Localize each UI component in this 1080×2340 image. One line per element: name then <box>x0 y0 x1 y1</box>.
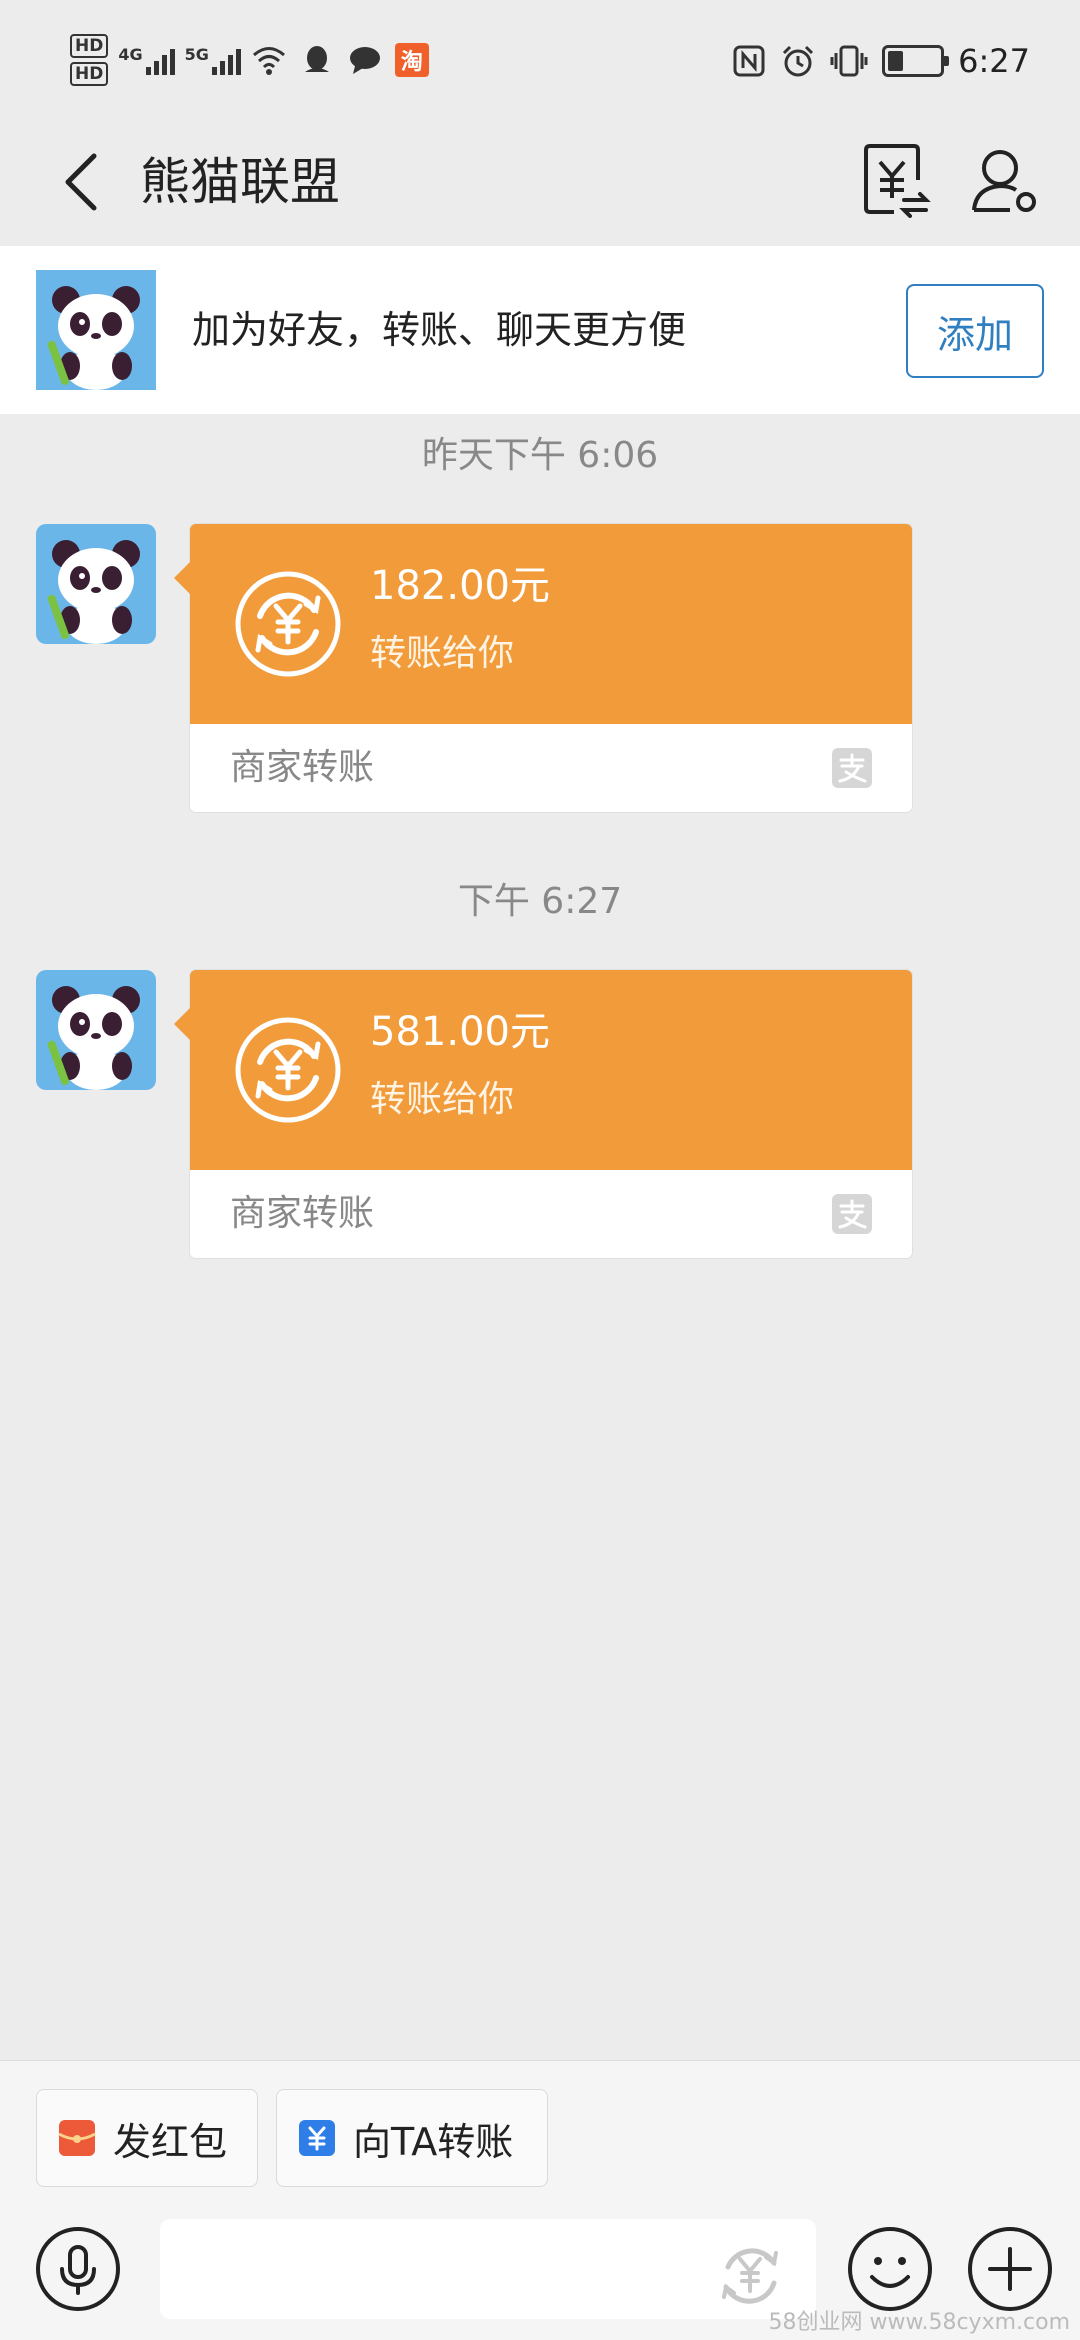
add-friend-button[interactable]: 添加 <box>906 284 1044 378</box>
hd-badge-1: HD <box>70 34 109 58</box>
transfer-message-card[interactable]: 581.00元 转账给你 商家转账 <box>174 970 912 1258</box>
alipay-icon <box>832 1194 872 1234</box>
transfer-to-ta-button[interactable]: 向TA转账 <box>276 2089 548 2187</box>
battery-icon <box>882 45 950 77</box>
status-left: HD HD 4G 5G 淘 <box>70 30 429 90</box>
alarm-icon <box>783 45 814 77</box>
red-packet-icon <box>58 2120 96 2156</box>
transfer-footer-label: 商家转账 <box>230 747 375 788</box>
nfc-icon <box>733 45 765 77</box>
signal-icon <box>211 45 241 75</box>
red-packet-label: 发红包 <box>113 2119 228 2164</box>
add-friend-text: 加为好友，转账、聊天更方便 <box>192 308 687 352</box>
hd-indicators: HD HD <box>70 34 109 86</box>
signal-4g: 4G <box>118 45 175 75</box>
bubble-pointer <box>174 562 190 594</box>
sender-avatar[interactable] <box>36 970 156 1090</box>
transfer-yuan-icon <box>235 1017 341 1123</box>
chat-title: 熊猫联盟 <box>140 153 340 211</box>
taobao-icon: 淘 <box>394 43 429 77</box>
chat-input-bar: 发红包 向TA转账 58创业网 www.58cyxm.com <box>0 2060 1080 2340</box>
status-time: 6:27 <box>958 42 1030 80</box>
qq-icon <box>304 46 329 72</box>
profile-button[interactable] <box>966 140 1042 220</box>
emoji-button[interactable] <box>846 2225 934 2313</box>
transfer-card-footer: 商家转账 <box>190 1170 912 1258</box>
message-timestamp: 下午 6:27 <box>457 881 623 922</box>
status-right: 6:27 <box>732 36 1030 86</box>
message-icon <box>349 47 380 74</box>
hd-badge-2: HD <box>70 62 109 86</box>
vibrate-icon <box>830 45 868 77</box>
alipay-icon <box>832 748 872 788</box>
transfer-card-top: 581.00元 转账给你 <box>174 970 912 1170</box>
sender-avatar[interactable] <box>36 524 156 644</box>
chat-header: 熊猫联盟 <box>0 120 1080 244</box>
transfer-card-footer: 商家转账 <box>190 724 912 812</box>
message-timestamp: 昨天下午 6:06 <box>421 435 659 476</box>
bill-button[interactable] <box>858 140 934 220</box>
voice-input-button[interactable] <box>34 2225 122 2313</box>
wifi-icon <box>252 47 285 75</box>
transfer-to-ta-label: 向TA转账 <box>353 2119 514 2164</box>
watermark-text: 58创业网 www.58cyxm.com <box>768 2310 1070 2335</box>
signal-icon <box>145 45 175 75</box>
transfer-shortcut-icon[interactable] <box>712 2237 788 2313</box>
transfer-card-top: 182.00元 转账给你 <box>174 524 912 724</box>
bill-icon <box>864 144 931 218</box>
transfer-description: 转账给你 <box>370 633 515 674</box>
transfer-yuan-icon <box>235 571 341 677</box>
battery-level <box>888 51 904 71</box>
back-arrow-icon <box>65 153 97 211</box>
red-packet-button[interactable]: 发红包 <box>36 2089 258 2187</box>
bubble-pointer <box>174 1008 190 1040</box>
back-button[interactable] <box>48 144 112 220</box>
profile-icon <box>972 150 1036 212</box>
add-friend-banner: 加为好友，转账、聊天更方便 添加 <box>0 246 1080 414</box>
signal-5g: 5G <box>185 45 241 75</box>
panda-avatar[interactable] <box>36 270 156 390</box>
transfer-description: 转账给你 <box>370 1079 515 1120</box>
net-label-4g: 4G <box>118 45 143 64</box>
transfer-amount: 581.00元 <box>370 1009 550 1055</box>
transfer-amount: 182.00元 <box>370 563 550 609</box>
status-bar: HD HD 4G 5G 淘 6:27 <box>0 0 1080 120</box>
transfer-icon <box>299 2120 335 2156</box>
more-options-button[interactable] <box>966 2225 1054 2313</box>
net-label-5g: 5G <box>184 45 209 64</box>
transfer-footer-label: 商家转账 <box>230 1193 375 1234</box>
transfer-message-card[interactable]: 182.00元 转账给你 商家转账 <box>174 524 912 812</box>
